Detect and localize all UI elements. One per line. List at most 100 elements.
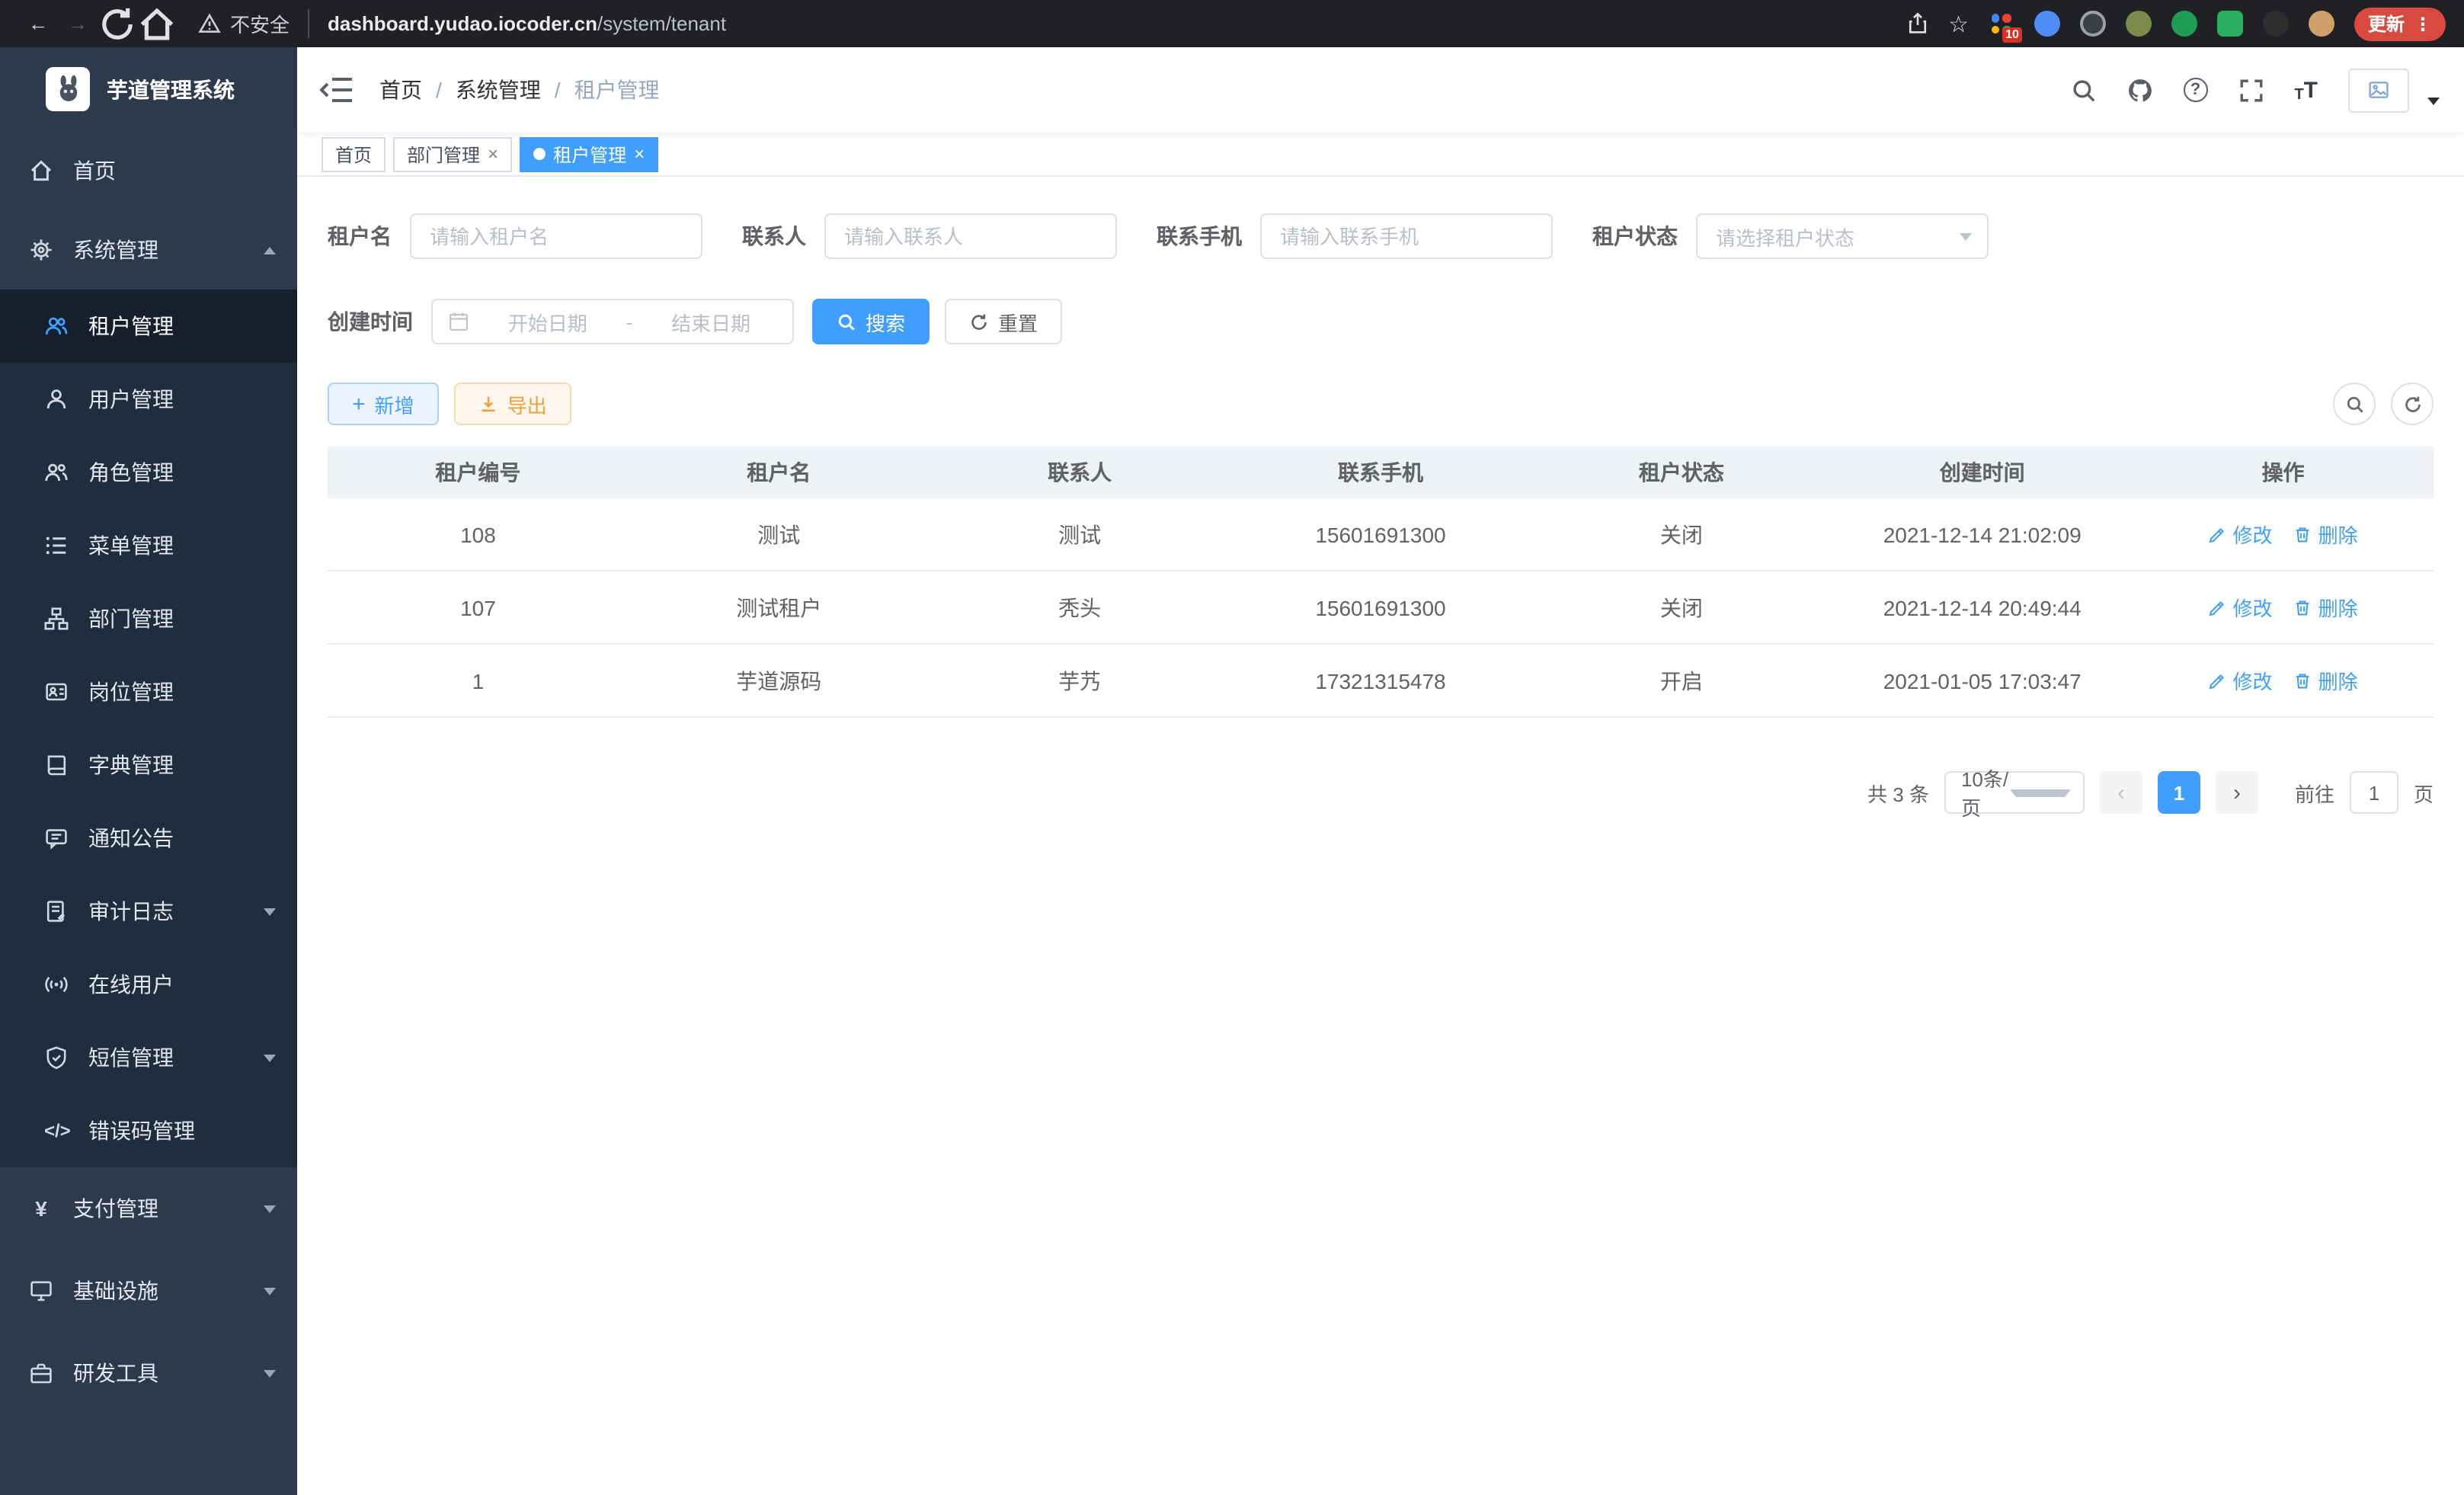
avatar[interactable] xyxy=(2348,68,2409,112)
refresh-button[interactable] xyxy=(2391,383,2434,425)
extension-icon[interactable] xyxy=(2034,11,2060,37)
tab-home[interactable]: 首页 xyxy=(322,136,386,171)
table-row: 107 测试租户 秃头 15601691300 关闭 2021-12-14 20… xyxy=(328,571,2434,645)
sidebar-item-sms-management[interactable]: 短信管理 xyxy=(0,1021,297,1094)
sidebar-item-notice-announcement[interactable]: 通知公告 xyxy=(0,802,297,875)
prev-page-button[interactable]: ‹ xyxy=(2100,771,2142,814)
address-bar[interactable]: dashboard.yudao.iocoder.cn/system/tenant xyxy=(328,12,726,35)
sidebar-item-role-management[interactable]: 角色管理 xyxy=(0,436,297,509)
edit-button[interactable]: 修改 xyxy=(2209,520,2273,549)
github-icon[interactable] xyxy=(2126,77,2152,103)
font-size-icon[interactable]: TT xyxy=(2294,77,2318,103)
delete-button[interactable]: 删除 xyxy=(2294,593,2358,622)
sidebar-item-menu-management[interactable]: 菜单管理 xyxy=(0,509,297,582)
goto-page-input[interactable] xyxy=(2350,771,2398,814)
chevron-down-icon xyxy=(264,1205,276,1212)
home-icon xyxy=(29,158,53,183)
filter-row-1: 租户名 联系人 联系手机 租户状态 请选择租户状态 xyxy=(328,213,2434,259)
delete-button[interactable]: 删除 xyxy=(2294,666,2358,695)
browser-update-button[interactable]: 更新 ⋮ xyxy=(2354,7,2446,40)
toggle-search-button[interactable] xyxy=(2333,383,2376,425)
create-time-label: 创建时间 xyxy=(328,306,413,337)
goto-label: 前往 xyxy=(2295,778,2334,807)
security-warning-label: 不安全 xyxy=(230,9,290,38)
status-select[interactable]: 请选择租户状态 xyxy=(1696,213,1989,259)
extension-icon[interactable] xyxy=(2171,11,2197,37)
sidebar-item-user-management[interactable]: 用户管理 xyxy=(0,363,297,436)
column-header: 租户编号 xyxy=(328,447,629,498)
breadcrumb-item-home[interactable]: 首页 xyxy=(379,75,422,105)
sidebar-item-audit-log[interactable]: 审计日志 xyxy=(0,875,297,948)
contact-input[interactable] xyxy=(824,213,1117,259)
tenant-name-input[interactable] xyxy=(410,213,702,259)
dictionary-book-icon xyxy=(44,753,69,777)
date-start-placeholder: 开始日期 xyxy=(482,307,614,336)
user-icon xyxy=(44,387,69,411)
page-size-select[interactable]: 10条/页 xyxy=(1944,771,2085,814)
search-icon[interactable] xyxy=(2070,77,2096,103)
sidebar-item-tenant-management[interactable]: 租户管理 xyxy=(0,290,297,363)
tenant-page: 租户名 联系人 联系手机 租户状态 请选择租户状态 xyxy=(297,177,2464,1495)
tab-department-management[interactable]: 部门管理 × xyxy=(393,136,512,171)
forward-icon[interactable]: → xyxy=(58,4,98,43)
table-row: 1 芋道源码 芋艿 17321315478 开启 2021-01-05 17:0… xyxy=(328,645,2434,718)
export-button[interactable]: 导出 xyxy=(454,383,571,425)
browser-toolbar-right: ☆ 10 更新 ⋮ xyxy=(1906,7,2446,40)
close-icon[interactable]: × xyxy=(488,143,498,165)
chevron-down-icon xyxy=(2010,789,2071,796)
edit-button[interactable]: 修改 xyxy=(2209,666,2273,695)
profile-avatar-icon[interactable] xyxy=(2309,11,2334,37)
extension-icon[interactable]: 10 xyxy=(1989,11,2014,37)
phone-input[interactable] xyxy=(1260,213,1553,259)
app-logo[interactable]: 芋道管理系统 xyxy=(0,47,297,131)
edit-button[interactable]: 修改 xyxy=(2209,593,2273,622)
home-icon[interactable] xyxy=(137,4,177,43)
tab-tenant-management[interactable]: 租户管理 × xyxy=(520,136,658,171)
sidebar-item-error-code-management[interactable]: </> 错误码管理 xyxy=(0,1094,297,1167)
sidebar-item-payment-management[interactable]: ¥ 支付管理 xyxy=(0,1167,297,1250)
extension-icon[interactable] xyxy=(2126,11,2152,37)
contact-label: 联系人 xyxy=(742,221,806,251)
org-tree-icon xyxy=(44,607,69,631)
site-security[interactable]: 不安全 xyxy=(198,9,309,38)
sidebar-item-online-users[interactable]: 在线用户 xyxy=(0,948,297,1021)
sidebar-item-department-management[interactable]: 部门管理 xyxy=(0,582,297,655)
sidebar-item-home[interactable]: 首页 xyxy=(0,131,297,210)
app-title: 芋道管理系统 xyxy=(107,74,235,104)
help-icon[interactable]: ? xyxy=(2183,78,2207,102)
extension-icon[interactable] xyxy=(2263,11,2289,37)
back-icon[interactable]: ← xyxy=(18,4,58,43)
reload-icon[interactable] xyxy=(98,4,137,43)
fullscreen-icon[interactable] xyxy=(2238,77,2264,103)
chevron-down-icon xyxy=(264,1054,276,1061)
browser-menu-dots-icon[interactable]: ⋮ xyxy=(2414,13,2432,34)
search-button[interactable]: 搜索 xyxy=(812,299,930,344)
bookmark-star-icon[interactable]: ☆ xyxy=(1948,10,1969,37)
plus-icon: + xyxy=(352,392,366,415)
url-domain: dashboard.yudao.iocoder.cn xyxy=(328,12,597,35)
reset-button[interactable]: 重置 xyxy=(945,299,1062,344)
breadcrumb-item-system[interactable]: 系统管理 xyxy=(456,75,541,105)
sidebar-item-dictionary-management[interactable]: 字典管理 xyxy=(0,728,297,802)
browser-toolbar: ← → 不安全 dashboard.yudao.iocoder.cn/syste… xyxy=(0,0,2464,47)
column-header: 联系人 xyxy=(930,447,1230,498)
delete-button[interactable]: 删除 xyxy=(2294,520,2358,549)
breadcrumb: 首页 / 系统管理 / 租户管理 xyxy=(379,75,660,105)
sidebar-toggle-icon[interactable] xyxy=(320,76,354,104)
sidebar-item-post-management[interactable]: 岗位管理 xyxy=(0,655,297,728)
share-icon[interactable] xyxy=(1906,12,1928,35)
sidebar-item-infrastructure[interactable]: 基础设施 xyxy=(0,1250,297,1332)
tenant-table: 租户编号 租户名 联系人 联系手机 租户状态 创建时间 操作 108 测试 测试… xyxy=(328,447,2434,718)
sidebar-item-dev-tools[interactable]: 研发工具 xyxy=(0,1332,297,1414)
breadcrumb-separator: / xyxy=(555,78,561,102)
next-page-button[interactable]: › xyxy=(2216,771,2258,814)
extension-icon[interactable] xyxy=(2217,11,2243,37)
sidebar-item-system-management[interactable]: 系统管理 xyxy=(0,210,297,290)
page-number-button[interactable]: 1 xyxy=(2158,771,2200,814)
add-button[interactable]: + 新增 xyxy=(328,383,439,425)
close-icon[interactable]: × xyxy=(634,143,645,165)
create-time-range-picker[interactable]: 开始日期 - 结束日期 xyxy=(431,299,794,344)
column-header: 租户名 xyxy=(629,447,930,498)
avatar-caret-icon[interactable] xyxy=(2427,97,2440,104)
extension-icon[interactable] xyxy=(2080,11,2106,37)
